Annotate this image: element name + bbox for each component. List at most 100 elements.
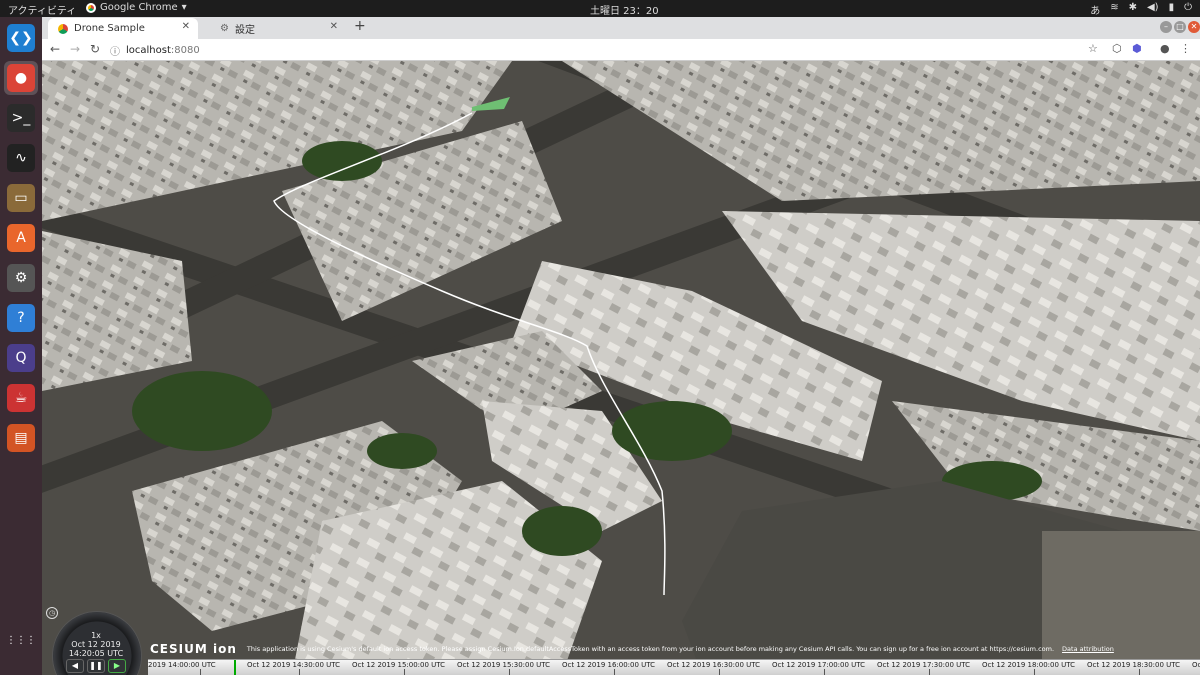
qgis-icon[interactable]: Q xyxy=(4,341,38,375)
timeline-label: Oct 12 2019 18:00:00 UTC xyxy=(982,661,1076,669)
browser-tab-strip: Drone Sample ✕ ⚙ 設定 ✕ + – □ ✕ xyxy=(42,17,1200,39)
extension-icon[interactable]: ⬡ xyxy=(1112,42,1122,55)
chrome-icon[interactable]: ● xyxy=(4,61,38,95)
qgis-icon-glyph: Q xyxy=(7,344,35,372)
back-icon[interactable]: ← xyxy=(50,42,60,56)
site-info-icon[interactable]: ⓘ xyxy=(110,43,120,58)
chrome-favicon-icon xyxy=(58,23,68,34)
animation-speed: 1x xyxy=(91,631,101,640)
reload-icon[interactable]: ↻ xyxy=(90,42,100,56)
battery-icon[interactable]: ▮ xyxy=(1169,2,1175,17)
profile-icon[interactable]: ● xyxy=(1160,42,1170,55)
data-attribution-link[interactable]: Data attribution xyxy=(1062,645,1114,653)
wifi-icon[interactable]: ≋ xyxy=(1110,2,1118,17)
timeline-label: Oct 12 2019 17:00:00 UTC xyxy=(772,661,866,669)
system-tray[interactable]: あ ≋ ✱ ◀) ▮ ⏻ xyxy=(1090,2,1192,17)
vscode-icon-glyph: ❮❯ xyxy=(7,24,35,52)
settings-favicon-icon: ⚙ xyxy=(220,23,229,34)
new-tab-button[interactable]: + xyxy=(354,18,366,34)
terminal-icon[interactable]: >_ xyxy=(4,101,38,135)
tab-settings[interactable]: ⚙ 設定 ✕ xyxy=(210,18,346,39)
menu-icon[interactable]: ⋮ xyxy=(1180,42,1191,55)
system-monitor-icon-glyph: ∿ xyxy=(7,144,35,172)
tab-drone-sample[interactable]: Drone Sample ✕ xyxy=(48,18,198,39)
launcher-dock: ❮❯ ● >_ ∿ ▭ A ⚙? Q ☕ ▤ ⋮⋮⋮ xyxy=(0,17,42,675)
timeline-tick xyxy=(614,669,615,675)
close-tab-icon[interactable]: ✕ xyxy=(330,21,338,32)
timeline-tick xyxy=(1139,669,1140,675)
timeline-label: Oct 12 2019 16:30:00 UTC xyxy=(667,661,761,669)
url-host: localhost xyxy=(126,44,171,56)
timeline-label: Oct 12 2019 15:00:00 UTC xyxy=(352,661,446,669)
bluetooth-icon[interactable]: ✱ xyxy=(1129,2,1137,17)
maximize-button[interactable]: □ xyxy=(1174,21,1186,33)
pause-button[interactable]: ❚❚ xyxy=(87,659,105,673)
timeline-tick xyxy=(200,669,201,675)
app-menu[interactable]: Google Chrome ▾ xyxy=(86,2,187,13)
chrome-icon xyxy=(86,2,96,13)
software-center-icon-glyph: A xyxy=(7,224,35,252)
terminal-icon-glyph: >_ xyxy=(7,104,35,132)
timeline-label: Oct 12 2019 14:30:00 UTC xyxy=(247,661,341,669)
extension-icon[interactable]: ⬢ xyxy=(1132,42,1142,55)
play-reverse-button[interactable]: ◀ xyxy=(66,659,84,673)
software-center-icon[interactable]: A xyxy=(4,221,38,255)
app-grid-icon[interactable]: ⋮⋮⋮ xyxy=(4,623,38,657)
timeline-label: Oct 12 2019 17:30:00 UTC xyxy=(877,661,971,669)
vscode-icon[interactable]: ❮❯ xyxy=(4,21,38,55)
files-icon[interactable]: ▭ xyxy=(4,181,38,215)
address-bar[interactable]: ⓘ localhost:8080 xyxy=(110,41,1160,59)
animation-widget: ◷ 1x Oct 12 2019 14:20:05 UTC ◀ ❚❚ ▶ xyxy=(42,605,150,675)
timeline-label: Oct 12 2019 18:30:00 UTC xyxy=(1087,661,1181,669)
play-button[interactable]: ▶ xyxy=(108,659,126,673)
cesium-viewer[interactable]: ◷ 1x Oct 12 2019 14:20:05 UTC ◀ ❚❚ ▶ CES… xyxy=(42,61,1200,675)
timeline-label: Oct 12 2019 15:30:00 UTC xyxy=(457,661,551,669)
close-tab-icon[interactable]: ✕ xyxy=(182,21,190,32)
animation-time: 14:20:05 UTC xyxy=(68,649,124,658)
cesium-ion-logo[interactable]: CESIUM ion xyxy=(150,642,237,656)
system-top-bar: アクティビティ Google Chrome ▾ 土曜日 23：20 あ ≋ ✱ … xyxy=(0,0,1200,17)
close-window-button[interactable]: ✕ xyxy=(1188,21,1200,33)
help-icon-glyph: ? xyxy=(7,304,35,332)
tab-label: Drone Sample xyxy=(74,23,145,34)
aerial-3d-scene[interactable] xyxy=(42,61,1200,675)
access-token-warning: This application is using Cesium's defau… xyxy=(246,645,1055,653)
system-clock[interactable]: 土曜日 23：20 xyxy=(590,2,659,17)
timeline-tick xyxy=(509,669,510,675)
timeline-tick xyxy=(1034,669,1035,675)
settings-icon-glyph: ⚙ xyxy=(7,264,35,292)
java-icon-glyph: ☕ xyxy=(7,384,35,412)
power-icon[interactable]: ⏻ xyxy=(1184,2,1192,17)
timeline-tick xyxy=(719,669,720,675)
browser-toolbar: ← → ↻ ⓘ localhost:8080 ☆ ⬡ ⬢ ● ⋮ xyxy=(42,39,1200,61)
chrome-icon-glyph: ● xyxy=(7,64,35,92)
input-method-indicator[interactable]: あ xyxy=(1090,2,1100,17)
forward-icon[interactable]: → xyxy=(70,42,80,56)
app-grid-icon-glyph: ⋮⋮⋮ xyxy=(6,634,36,646)
url-port: :8080 xyxy=(170,44,200,56)
settings-icon[interactable]: ⚙ xyxy=(4,261,38,295)
volume-icon[interactable]: ◀) xyxy=(1147,2,1159,17)
chevron-down-icon: ▾ xyxy=(181,2,187,13)
java-icon[interactable]: ☕ xyxy=(4,381,38,415)
timeline-tick xyxy=(404,669,405,675)
bookmark-star-icon[interactable]: ☆ xyxy=(1088,42,1098,55)
timeline-label: Oct xyxy=(1192,661,1200,669)
presentation-icon-glyph: ▤ xyxy=(7,424,35,452)
timeline-label: 2019 14:00:00 UTC xyxy=(148,661,216,669)
timeline-needle[interactable] xyxy=(234,660,236,675)
timeline-tick xyxy=(824,669,825,675)
tab-label: 設定 xyxy=(234,25,255,36)
activities-button[interactable]: アクティビティ xyxy=(8,2,76,17)
system-monitor-icon[interactable]: ∿ xyxy=(4,141,38,175)
animation-date: Oct 12 2019 xyxy=(71,640,121,649)
app-menu-label: Google Chrome xyxy=(100,2,178,13)
help-icon[interactable]: ? xyxy=(4,301,38,335)
cesium-credits: CESIUM ion This application is using Ces… xyxy=(150,639,1150,659)
minimize-button[interactable]: – xyxy=(1160,21,1172,33)
timeline-tick xyxy=(929,669,930,675)
cesium-timeline[interactable]: 2019 14:00:00 UTC Oct 12 2019 14:30:00 UT… xyxy=(148,659,1200,675)
presentation-icon[interactable]: ▤ xyxy=(4,421,38,455)
timeline-label: Oct 12 2019 16:00:00 UTC xyxy=(562,661,656,669)
clock-icon[interactable]: ◷ xyxy=(46,607,58,619)
